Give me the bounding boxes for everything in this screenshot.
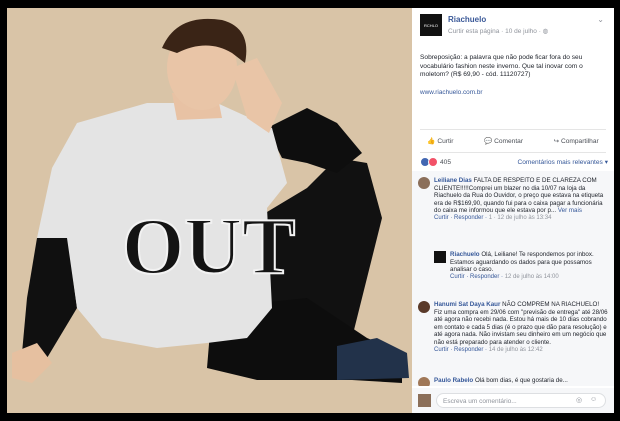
chevron-down-icon[interactable]: ⌄ bbox=[597, 15, 604, 24]
post-actions-bar: 👍 Curtir 💬 Comentar ↪ Compartilhar bbox=[412, 131, 614, 151]
page-name-link[interactable]: Riachuelo bbox=[448, 15, 486, 24]
comment-item: Paulo Rabelo Olá bom dias, é que gostari… bbox=[418, 377, 608, 386]
share-label: Compartilhar bbox=[560, 138, 599, 145]
globe-icon: ◍ bbox=[542, 28, 549, 35]
comment-text: Olá bom dias, é que gostaria de... bbox=[474, 377, 568, 384]
post-meta-text[interactable]: Curtir esta página · 10 de julho · bbox=[448, 28, 543, 35]
see-more-link[interactable]: Ver mais bbox=[558, 207, 582, 214]
comment-item: Hanumi Sat Daya Kaur NÃO COMPREM NA RIAC… bbox=[418, 301, 608, 373]
post-meta: Curtir esta página · 10 de julho · ◍ bbox=[448, 27, 548, 35]
reaction-icons[interactable] bbox=[420, 157, 438, 167]
comment-time: 1 · 12 de julho às 13:34 bbox=[488, 214, 552, 221]
reactions-row: 405 Comentários mais relevantes ▾ bbox=[420, 155, 608, 169]
lightbox-frame: OUT RCHLO Riachuelo Curtir esta página ·… bbox=[0, 0, 620, 421]
comment-time: 12 de julho às 14:00 bbox=[504, 273, 559, 280]
avatar[interactable] bbox=[418, 301, 430, 313]
divider bbox=[420, 152, 606, 153]
thumbs-up-icon: 👍 bbox=[427, 138, 436, 145]
comment-author[interactable]: Riachuelo bbox=[450, 251, 480, 258]
like-label: Curtir bbox=[437, 138, 454, 145]
share-button[interactable]: ↪ Compartilhar bbox=[554, 137, 599, 145]
post-side-panel: RCHLO Riachuelo Curtir esta página · 10 … bbox=[412, 8, 614, 413]
comment-actions[interactable]: Curtir · Responder · bbox=[434, 347, 489, 353]
shirt-print: OUT bbox=[122, 203, 295, 291]
share-icon: ↪ bbox=[553, 138, 560, 145]
love-reaction-icon bbox=[428, 157, 438, 167]
comment-author[interactable]: Leiliane Dias bbox=[434, 177, 472, 184]
page-logo[interactable]: RCHLO bbox=[420, 14, 442, 36]
reaction-count[interactable]: 405 bbox=[440, 159, 451, 166]
post-text: Sobreposição: a palavra que não pode fic… bbox=[420, 54, 583, 79]
avatar bbox=[418, 394, 431, 407]
comment-button[interactable]: 💬 Comentar bbox=[484, 137, 523, 145]
post-header: RCHLO Riachuelo Curtir esta página · 10 … bbox=[412, 8, 614, 50]
comments-list: Leiliane Dias FALTA DE RESPEITO E DE CLA… bbox=[412, 171, 614, 386]
camera-icon[interactable]: ◎ bbox=[576, 396, 582, 404]
comment-author[interactable]: Paulo Rabelo bbox=[434, 377, 473, 384]
divider bbox=[420, 129, 606, 130]
comment-actions[interactable]: Curtir · Responder · bbox=[450, 274, 505, 280]
logo-text: RCHLO bbox=[423, 22, 438, 28]
avatar[interactable] bbox=[434, 251, 446, 263]
like-button[interactable]: 👍 Curtir bbox=[427, 137, 453, 145]
comment-author[interactable]: Hanumi Sat Daya Kaur bbox=[434, 301, 500, 308]
comment-item: Leiliane Dias FALTA DE RESPEITO E DE CLA… bbox=[418, 177, 608, 245]
comment-reply: Riachuelo Olá, Leiliane! Te respondemos … bbox=[434, 251, 608, 291]
avatar[interactable] bbox=[418, 377, 430, 386]
comment-text: NÃO COMPREM NA RIACHUELO! Fiz uma compra… bbox=[434, 301, 608, 346]
post-photo[interactable]: OUT bbox=[7, 8, 412, 413]
avatar[interactable] bbox=[418, 177, 430, 189]
comment-composer: Escreva um comentário... ◎ ☺ bbox=[412, 388, 614, 413]
comment-actions[interactable]: Curtir · Responder · bbox=[434, 215, 489, 221]
comment-time: 14 de julho às 12:42 bbox=[488, 346, 543, 353]
post-link[interactable]: www.riachuelo.com.br bbox=[420, 89, 483, 96]
model-photo-illustration: OUT bbox=[7, 8, 412, 413]
comment-icon: 💬 bbox=[484, 138, 493, 145]
comment-sort-dropdown[interactable]: Comentários mais relevantes ▾ bbox=[517, 158, 608, 166]
comment-label: Comentar bbox=[494, 138, 524, 145]
emoji-icon[interactable]: ☺ bbox=[590, 396, 597, 403]
